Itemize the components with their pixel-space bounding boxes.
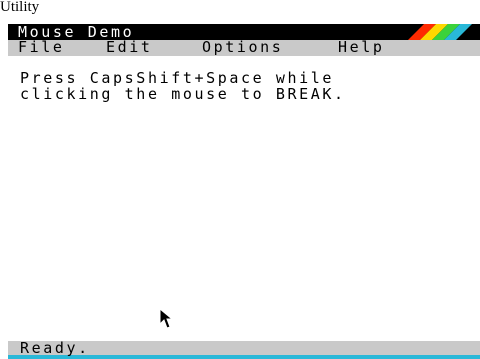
rainbow-stripes-logo xyxy=(408,24,472,40)
menu-bar: File Edit Options Help xyxy=(8,40,480,56)
status-text: Ready. xyxy=(20,339,90,357)
arrow-pointer-icon xyxy=(159,308,173,329)
message-line-2: clicking the mouse to BREAK. xyxy=(20,85,346,103)
menu-options[interactable]: Options xyxy=(202,40,283,56)
menu-help[interactable]: Help xyxy=(338,40,385,56)
message-area: Press CapsShift+Space while clicking the… xyxy=(20,71,470,103)
menu-file[interactable]: File xyxy=(18,40,65,56)
app-caption: Utility xyxy=(0,0,40,15)
menu-edit[interactable]: Edit xyxy=(106,40,153,56)
spectrum-screen: Mouse Demo File Edit Options Help Press … xyxy=(8,24,480,359)
status-bar: Ready. xyxy=(8,341,480,359)
